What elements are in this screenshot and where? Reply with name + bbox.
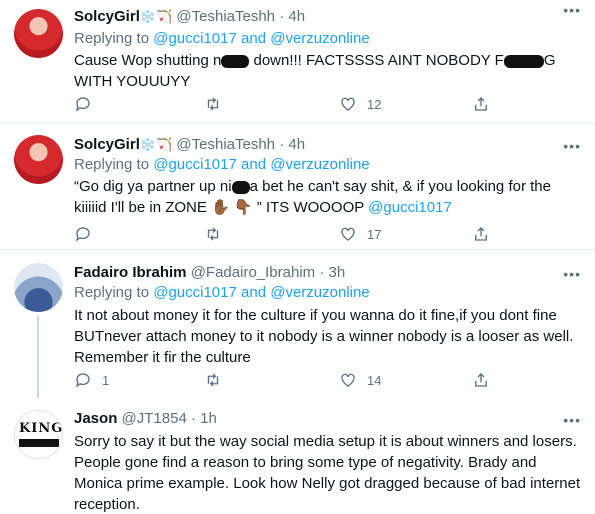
replying-to: Replying to @gucci1017 and @verzuzonline	[74, 29, 370, 49]
reply-prefix: Replying to	[74, 284, 150, 301]
name-emoji: ❄️🏹	[139, 137, 173, 152]
user-handle[interactable]: @TeshiaTeshh	[176, 136, 275, 153]
heart-icon	[341, 373, 355, 387]
share-button[interactable]	[472, 95, 490, 113]
text-part: ” ITS WOOOOP	[252, 199, 369, 216]
retweet-button[interactable]	[204, 225, 232, 243]
emoji-hands: ✋🏾 👇🏾	[211, 199, 253, 216]
retweet-icon	[207, 97, 219, 111]
mention-link[interactable]: @gucci1017	[368, 199, 452, 216]
share-button[interactable]	[472, 371, 490, 389]
replying-to: Replying to @gucci1017 and @verzuzonline	[74, 283, 370, 303]
mention-link[interactable]: @verzuzonline	[270, 156, 369, 173]
tweet-actions: 12	[74, 95, 514, 115]
heart-icon	[341, 227, 355, 241]
share-icon	[475, 373, 487, 387]
tweet-text: It not about money it for the culture if…	[74, 307, 574, 366]
text-part: down!!! FACTSSSS AINT NOBODY F	[249, 52, 504, 69]
reply-prefix: Replying to	[74, 30, 150, 47]
tweet-header: SolcyGirl❄️🏹 @TeshiaTeshh · 4h	[74, 7, 305, 27]
user-name[interactable]: SolcyGirl	[74, 136, 140, 153]
reply-icon	[75, 373, 90, 388]
share-button[interactable]	[472, 225, 490, 243]
user-name[interactable]: Jason	[74, 410, 117, 427]
more-icon[interactable]: •••	[563, 266, 581, 282]
thread-line	[37, 316, 39, 398]
reply-icon	[75, 97, 90, 112]
tweet-2[interactable]: SolcyGirl❄️🏹 @TeshiaTeshh · 4h ••• Reply…	[0, 124, 595, 248]
redaction-mark	[503, 54, 544, 68]
separator-dot: ·	[279, 8, 285, 25]
replying-to: Replying to @gucci1017 and @verzuzonline	[74, 155, 370, 175]
reply-and: and	[241, 30, 267, 47]
name-emoji: ❄️🏹	[139, 9, 173, 24]
separator-dot: ·	[279, 136, 285, 153]
retweet-button[interactable]	[204, 95, 232, 113]
mention-link[interactable]: @gucci1017	[153, 284, 237, 301]
timestamp[interactable]: 1h	[200, 410, 217, 427]
tweet-4[interactable]: KING Jason @JT1854 · 1h ••• Sorry to say…	[0, 398, 595, 514]
tweet-header: Fadairo Ibrahim @Fadairo_Ibrahim · 3h	[74, 263, 345, 283]
tweet-text: Sorry to say it but the way social media…	[74, 433, 581, 513]
like-count: 12	[367, 96, 382, 112]
user-name[interactable]: SolcyGirl	[74, 8, 140, 25]
retweet-icon	[207, 373, 219, 387]
mention-link[interactable]: @verzuzonline	[270, 30, 369, 47]
timestamp[interactable]: 4h	[288, 8, 305, 25]
tweet-actions: 1 14	[74, 371, 514, 391]
reply-prefix: Replying to	[74, 156, 150, 173]
reply-and: and	[241, 284, 267, 301]
tweet-header: Jason @JT1854 · 1h	[74, 409, 217, 429]
tweet-text: “Go dig ya partner up ni a bet he can't s…	[74, 176, 583, 218]
mention-link[interactable]: @gucci1017	[153, 156, 237, 173]
user-handle[interactable]: @JT1854	[122, 410, 187, 427]
avatar-logo-bar	[19, 439, 59, 447]
like-button[interactable]: 17	[339, 225, 381, 243]
text-part: Cause Wop shutting n	[74, 52, 222, 69]
more-icon[interactable]: •••	[563, 412, 581, 428]
separator-dot: ·	[190, 410, 196, 427]
heart-icon	[341, 97, 355, 111]
more-icon[interactable]: •••	[563, 2, 581, 18]
redaction-mark	[231, 180, 250, 194]
user-name[interactable]: Fadairo Ibrahim	[74, 264, 187, 281]
reply-icon	[75, 227, 90, 242]
mention-link[interactable]: @verzuzonline	[270, 284, 369, 301]
retweet-button[interactable]	[204, 371, 232, 389]
tweet-text: Cause Wop shutting n down!!! FACTSSSS AI…	[74, 50, 583, 92]
share-icon	[475, 227, 487, 241]
redaction-mark	[221, 54, 250, 68]
like-button[interactable]: 12	[339, 95, 381, 113]
retweet-icon	[207, 227, 219, 241]
like-count: 17	[367, 226, 382, 242]
avatar[interactable]	[14, 263, 63, 312]
avatar-logo-text: KING	[19, 421, 63, 436]
mention-link[interactable]: @gucci1017	[153, 30, 237, 47]
avatar[interactable]: KING	[14, 410, 63, 459]
user-handle[interactable]: @TeshiaTeshh	[176, 8, 275, 25]
reply-button[interactable]	[74, 95, 102, 113]
reply-button[interactable]: 1	[74, 371, 109, 389]
timestamp[interactable]: 3h	[329, 264, 346, 281]
reply-button[interactable]	[74, 225, 102, 243]
timestamp[interactable]: 4h	[288, 136, 305, 153]
tweet-header: SolcyGirl❄️🏹 @TeshiaTeshh · 4h	[74, 135, 305, 155]
text-part: “Go dig ya partner up ni	[74, 178, 232, 195]
reply-count: 1	[102, 372, 110, 388]
user-handle[interactable]: @Fadairo_Ibrahim	[191, 264, 315, 281]
tweet-actions: 17	[74, 225, 514, 245]
share-icon	[475, 97, 487, 111]
avatar[interactable]	[14, 135, 63, 184]
tweet-3[interactable]: Fadairo Ibrahim @Fadairo_Ibrahim · 3h ••…	[0, 250, 595, 398]
separator-dot: ·	[319, 264, 325, 281]
more-icon[interactable]: •••	[563, 138, 581, 154]
like-button[interactable]: 14	[339, 371, 381, 389]
like-count: 14	[367, 372, 382, 388]
reply-and: and	[241, 156, 267, 173]
avatar[interactable]	[14, 9, 63, 58]
tweet-1[interactable]: SolcyGirl❄️🏹 @TeshiaTeshh · 4h ••• Reply…	[0, 0, 595, 122]
